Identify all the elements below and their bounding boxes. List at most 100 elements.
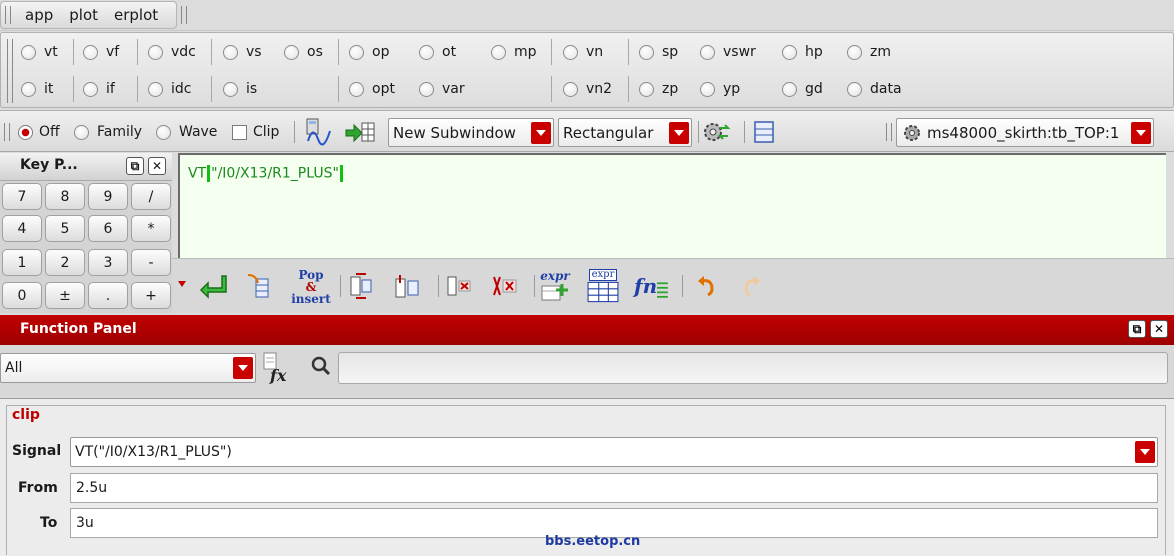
fx-icon[interactable]: fx [262,351,296,385]
wave-calculator-icon[interactable] [304,111,334,153]
toolbar-grip[interactable] [886,111,892,153]
radio-is[interactable]: is [223,71,257,107]
chevron-down-icon[interactable] [669,122,689,144]
key-9[interactable]: 9 [88,183,128,210]
radio-ot[interactable]: ot [419,34,456,70]
checkbox-box[interactable] [232,124,247,140]
chevron-down-icon[interactable] [233,357,253,379]
expression-buffer[interactable]: VT "/I0/X13/R1_PLUS" [178,153,1166,258]
send-to-table-icon[interactable] [344,111,376,153]
radio-op[interactable]: op [349,34,389,70]
key-plus-minus[interactable]: ± [45,282,85,309]
clear-all-icon[interactable] [488,269,522,303]
function-list-icon[interactable]: fn [634,269,668,303]
layout-shape-select[interactable]: Rectangular [558,118,692,147]
radio-vs[interactable]: vs [223,34,262,70]
radio-circle[interactable] [83,81,98,97]
radio-var[interactable]: var [419,71,465,107]
radio-circle[interactable] [782,44,797,60]
radio-circle[interactable] [284,44,299,60]
gear-icon[interactable] [700,117,734,147]
chevron-down-icon[interactable] [531,122,551,144]
redo-icon[interactable] [734,269,768,303]
radio-circle[interactable] [223,44,238,60]
from-field[interactable]: 2.5u [70,473,1158,503]
radio-circle[interactable] [156,124,171,140]
key-minus[interactable]: - [131,249,171,276]
radio-circle[interactable] [847,81,862,97]
radio-it[interactable]: it [21,71,53,107]
radio-idc[interactable]: idc [148,71,191,107]
grip-handle[interactable] [886,123,892,141]
radio-circle[interactable] [563,81,578,97]
settings-refresh-icon[interactable] [700,111,734,153]
send-to-table-icon[interactable] [344,117,376,147]
key-5[interactable]: 5 [45,215,85,242]
grip-handle[interactable] [4,123,10,141]
key-4[interactable]: 4 [2,215,42,242]
stack-icon[interactable] [752,111,776,153]
restore-icon[interactable]: ⧉ [126,157,144,175]
key-6[interactable]: 6 [88,215,128,242]
close-icon[interactable]: ✕ [148,157,166,175]
radio-circle[interactable] [349,81,364,97]
radio-os[interactable]: os [284,34,323,70]
undo-icon[interactable] [690,269,724,303]
radio-circle[interactable] [148,44,163,60]
toolbar-grip[interactable] [181,6,188,24]
chevron-down-icon[interactable] [1135,441,1155,463]
radio-opt[interactable]: opt [349,71,395,107]
radio-circle[interactable] [419,81,434,97]
radio-circle[interactable] [148,81,163,97]
radio-circle[interactable] [700,44,715,60]
radio-circle[interactable] [847,44,862,60]
radio-zp[interactable]: zp [639,71,678,107]
clip-checkbox[interactable]: Clip [232,111,279,153]
clear-all-icon[interactable] [490,271,520,301]
mode-off-radio[interactable]: Off [18,111,60,153]
radio-circle[interactable] [349,44,364,60]
stack-copy-icon[interactable] [390,269,424,303]
radio-mp[interactable]: mp [491,34,537,70]
close-icon[interactable]: ✕ [1150,320,1168,338]
key-3[interactable]: 3 [88,249,128,276]
redo-icon[interactable] [736,271,766,301]
radio-circle[interactable] [21,44,36,60]
radio-circle[interactable] [74,124,89,140]
radio-vdc[interactable]: vdc [148,34,196,70]
key-1[interactable]: 1 [2,249,42,276]
mode-family-radio[interactable]: Family [74,111,142,153]
radio-circle[interactable] [700,81,715,97]
menu-arrow-icon[interactable] [178,281,186,287]
category-select[interactable]: All [0,353,256,383]
radio-circle[interactable] [83,44,98,60]
enter-icon[interactable] [198,271,228,301]
expression-table-icon[interactable]: expr [586,269,620,303]
radio-yp[interactable]: yp [700,71,740,107]
pop-insert-button[interactable]: Pop & insert [290,267,332,307]
radio-circle[interactable] [419,44,434,60]
copy-stack-icon[interactable] [392,271,422,301]
menu-app[interactable]: app [17,6,61,24]
radio-data[interactable]: data [847,71,902,107]
subwindow-select[interactable]: New Subwindow [388,118,554,147]
menu-plot[interactable]: plot [61,6,106,24]
radio-if[interactable]: if [83,71,115,107]
session-select[interactable]: ms48000_skirth:tb_TOP:1 [896,118,1154,147]
chevron-down-icon[interactable] [1131,122,1151,144]
radio-sp[interactable]: sp [639,34,678,70]
key-divide[interactable]: / [131,183,171,210]
key-multiply[interactable]: * [131,215,171,242]
radio-circle[interactable] [491,44,506,60]
stack-swap-icon[interactable] [344,269,378,303]
key-7[interactable]: 7 [2,183,42,210]
key-decimal[interactable]: . [88,282,128,309]
mode-wave-radio[interactable]: Wave [156,111,217,153]
evaluate-enter-icon[interactable] [196,269,230,303]
radio-circle[interactable] [223,81,238,97]
toolbar-grip[interactable] [5,6,11,24]
radio-circle[interactable] [782,81,797,97]
radio-zm[interactable]: zm [847,34,891,70]
radio-selected-icon[interactable] [18,124,33,140]
radio-vf[interactable]: vf [83,34,119,70]
